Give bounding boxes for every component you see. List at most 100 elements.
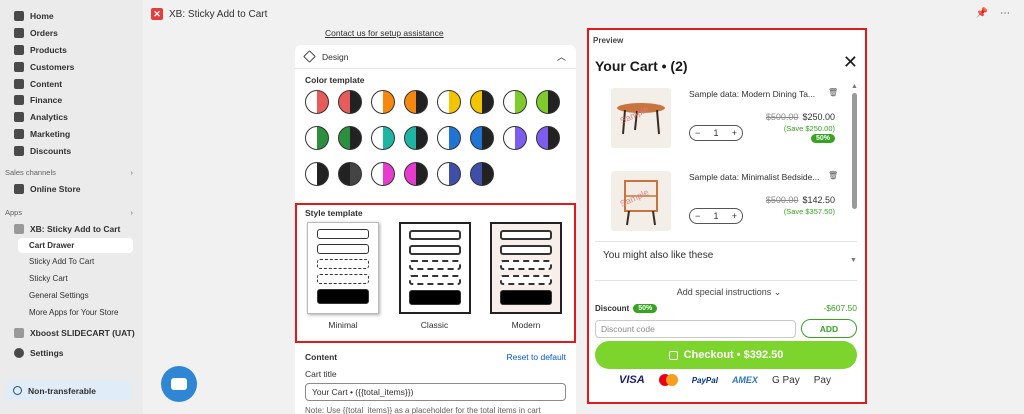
color-swatch[interactable] (470, 126, 494, 150)
color-swatch[interactable] (437, 126, 461, 150)
cart-title-note: Note: Use {{total_items}} as a placehold… (305, 406, 541, 414)
minus-icon[interactable]: − (695, 128, 700, 138)
template-modern[interactable]: Modern (490, 222, 562, 330)
chevron-right-icon: › (130, 208, 134, 218)
color-swatch[interactable] (437, 162, 461, 186)
color-swatch[interactable] (338, 162, 362, 186)
sidebar-item-products[interactable]: Products (0, 42, 143, 59)
preview-label: Preview (593, 36, 624, 45)
trash-icon[interactable]: 🗑 (828, 88, 838, 97)
sidebar-subitem-sticky-cart[interactable]: Sticky Cart (0, 270, 143, 287)
quantity-stepper[interactable]: − 1 + (689, 208, 743, 224)
discount-code-input[interactable]: Discount code (595, 320, 796, 338)
sidebar-item-home[interactable]: Home (0, 8, 143, 25)
reset-to-default-link[interactable]: Reset to default (506, 352, 566, 362)
caret-up-icon[interactable]: ▲ (851, 83, 858, 90)
sidebar-item-app[interactable]: XB: Sticky Add to Cart (0, 221, 143, 238)
template-minimal[interactable]: Minimal (307, 222, 379, 330)
color-swatch[interactable] (371, 162, 395, 186)
more-icon[interactable]: ⋯ (1000, 8, 1010, 19)
contact-link[interactable]: Contact us for setup assistance (325, 28, 444, 38)
caret-down-icon[interactable]: ▼ (850, 257, 857, 264)
color-swatch[interactable] (305, 90, 329, 114)
sidebar-subitem-cart-drawer[interactable]: Cart Drawer (18, 237, 133, 253)
sidebar-item-label: Cart Drawer (29, 240, 75, 250)
color-swatch[interactable] (437, 90, 461, 114)
color-swatch[interactable] (371, 126, 395, 150)
color-swatch[interactable] (371, 90, 395, 114)
pin-icon[interactable]: 📌 (976, 8, 988, 19)
checkout-button[interactable]: Checkout • $392.50 (595, 341, 857, 369)
sidebar-item-marketing[interactable]: Marketing (0, 126, 143, 143)
sidebar-subitem-sticky-add-to-cart[interactable]: Sticky Add To Cart (0, 253, 143, 270)
sidebar-item-discounts[interactable]: Discounts (0, 142, 143, 159)
chevron-down-icon: ⌄ (773, 287, 782, 297)
close-icon[interactable]: ✕ (843, 52, 858, 73)
template-label: Minimal (328, 320, 358, 330)
design-header[interactable]: Design ︿ (295, 45, 576, 69)
color-swatch[interactable] (338, 90, 362, 114)
style-template-section: Style template Minimal Classic Modern (295, 203, 576, 343)
color-swatch[interactable] (305, 162, 329, 186)
sidebar-item-customers[interactable]: Customers (0, 58, 143, 75)
app-icon (14, 224, 24, 235)
color-swatch[interactable] (470, 90, 494, 114)
sidebar-item-finance[interactable]: Finance (0, 92, 143, 109)
sidebar-item-online-store[interactable]: Online Store (0, 180, 143, 197)
scrollbar-thumb[interactable] (852, 93, 857, 209)
color-swatch[interactable] (305, 126, 329, 150)
sidebar-subitem-general-settings[interactable]: General Settings (0, 287, 143, 304)
sidebar-item-settings[interactable]: Settings (0, 345, 143, 362)
divider (595, 241, 857, 242)
checkout-label: Checkout • $392.50 (683, 349, 784, 361)
app-logo-icon: ✕ (151, 8, 163, 20)
sidebar-item-analytics[interactable]: Analytics (0, 109, 143, 126)
non-transferable-banner[interactable]: Non-transferable (5, 380, 131, 401)
quantity-stepper[interactable]: − 1 + (689, 125, 743, 141)
template-classic[interactable]: Classic (398, 222, 471, 330)
style-template-label: Style template (305, 208, 363, 218)
sidebar-item-label: Xboost SLIDECART (UAT) (30, 328, 135, 339)
color-swatch[interactable] (404, 90, 428, 114)
discount-label: Discount (595, 303, 630, 313)
special-instructions-toggle[interactable]: Add special instructions ⌄ (589, 287, 869, 298)
add-discount-button[interactable]: ADD (801, 319, 857, 338)
item-savings: (Save $357.50) (783, 207, 835, 216)
color-swatch[interactable] (536, 126, 560, 150)
sidebar-item-label: Customers (30, 61, 75, 72)
sidebar-item-content[interactable]: Content (0, 75, 143, 92)
quantity-value: 1 (713, 128, 719, 138)
color-swatch[interactable] (470, 162, 494, 186)
banner-label: Non-transferable (28, 385, 97, 396)
sidebar-item-label: Products (30, 44, 67, 55)
sidebar-item-label: Content (30, 78, 63, 89)
color-swatches (295, 85, 576, 186)
sidebar-item-xboost[interactable]: Xboost SLIDECART (UAT) (0, 325, 143, 342)
chart-icon (14, 112, 24, 123)
scrollbar[interactable]: ▲ ▼ (850, 83, 858, 265)
bank-icon (14, 95, 24, 106)
apps-header[interactable]: Apps › (0, 205, 143, 221)
chat-button[interactable] (161, 366, 197, 402)
sidebar-subitem-more-apps[interactable]: More Apps for Your Store (0, 304, 143, 321)
chevron-up-icon: ︿ (556, 52, 566, 62)
sales-channels-header[interactable]: Sales channels › (0, 164, 143, 180)
color-swatch[interactable] (338, 126, 362, 150)
plus-icon[interactable]: + (732, 211, 737, 221)
cart-title-input[interactable]: Your Cart • ({{total_items}}) (305, 383, 566, 401)
color-swatch[interactable] (536, 90, 560, 114)
sidebar-item-orders[interactable]: Orders (0, 25, 143, 42)
settings-panel: Contact us for setup assistance Design ︿… (295, 28, 576, 414)
sales-channels-label: Sales channels (5, 167, 56, 177)
color-swatch[interactable] (503, 90, 527, 114)
minus-icon[interactable]: − (695, 211, 700, 221)
color-swatch[interactable] (404, 162, 428, 186)
target-icon (14, 128, 24, 139)
template-label: Modern (511, 320, 541, 330)
trash-icon[interactable]: 🗑 (828, 171, 838, 180)
color-swatch[interactable] (404, 126, 428, 150)
sidebar-item-label: Online Store (30, 183, 81, 194)
color-swatch[interactable] (503, 126, 527, 150)
tag-icon (14, 44, 24, 55)
plus-icon[interactable]: + (732, 128, 737, 138)
